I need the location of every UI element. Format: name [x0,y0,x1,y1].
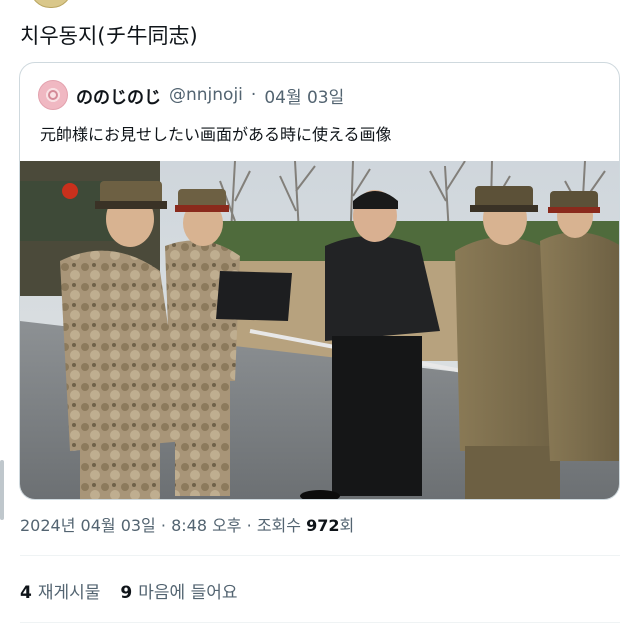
likes-stat[interactable]: 9 마음에 들어요 [120,578,237,603]
likes-count: 9 [120,583,133,603]
post-meta: 2024년 04월 03일 · 8:48 오후 · 조회수 972회 [20,512,354,536]
post-date[interactable]: 2024년 04월 03일 [20,516,156,535]
retweets-count: 4 [20,583,32,603]
quoted-post-photo[interactable] [20,161,620,499]
separator-dot: · [246,516,252,535]
quoted-post-text: 元帥様にお見せしたい画面がある時に使える画像 [40,125,392,144]
quoted-author-name[interactable]: ののじのじ [76,83,161,108]
divider [20,622,620,623]
views-suffix: 회 [339,516,355,535]
post-text: 치우동지(チ牛同志) [20,24,198,48]
views-label: 조회수 [256,516,301,535]
post-time[interactable]: 8:48 오후 [171,516,241,535]
separator-dot: · [250,85,257,105]
scrollbar[interactable] [0,460,4,520]
likes-label: 마음에 들어요 [138,583,238,603]
retweets-label: 재게시물 [37,583,101,603]
separator-dot: · [160,516,166,535]
laptop [216,271,292,321]
author-avatar[interactable] [30,0,72,8]
quoted-post-card[interactable]: ののじのじ @nnjnoji · 04월 03일 元帥様にお見せしたい画面がある… [19,62,620,500]
quoted-post-date[interactable]: 04월 03일 [264,83,344,108]
quoted-post-header: ののじのじ @nnjnoji · 04월 03일 [38,79,344,111]
retweets-stat[interactable]: 4 재게시물 [20,578,100,603]
engagement-stats: 4 재게시물 9 마음에 들어요 [20,578,238,603]
quoted-author-handle[interactable]: @nnjnoji [169,85,243,105]
views-count: 972 [306,516,340,535]
divider [20,555,620,556]
quoted-author-avatar[interactable] [38,80,68,110]
